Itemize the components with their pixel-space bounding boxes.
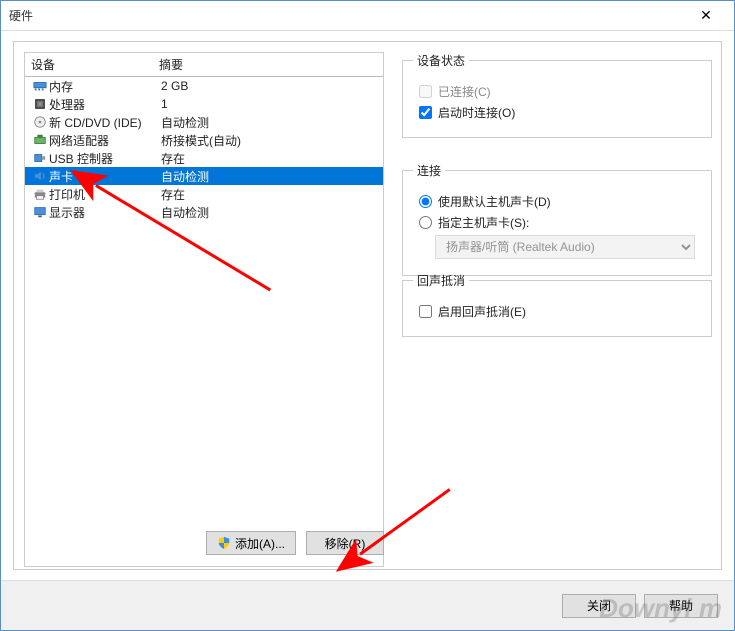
echo-cancel-group: 回声抵消 启用回声抵消(E) (402, 272, 712, 337)
connection-group: 连接 使用默认主机声卡(D) 指定主机声卡(S): 扬声器/听筒 (Realte… (402, 162, 712, 276)
specify-soundcard-radio[interactable] (419, 216, 432, 229)
device-label: 显示器 (49, 204, 159, 221)
echo-enable-row[interactable]: 启用回声抵消(E) (419, 303, 701, 320)
device-summary: 存在 (159, 150, 377, 167)
add-button-label: 添加(A)... (235, 535, 285, 552)
usb-icon (31, 151, 49, 165)
shield-icon (217, 536, 231, 550)
device-summary: 自动检测 (159, 168, 377, 185)
device-header-summary: 摘要 (159, 56, 377, 73)
device-row[interactable]: USB 控制器存在 (25, 149, 383, 167)
specify-soundcard-radio-row[interactable]: 指定主机声卡(S): (419, 214, 701, 231)
device-label: USB 控制器 (49, 150, 159, 167)
device-row[interactable]: 打印机存在 (25, 185, 383, 203)
echo-cancel-legend: 回声抵消 (413, 272, 469, 289)
echo-enable-checkbox[interactable] (419, 305, 432, 318)
device-rows-container: 内存2 GB处理器1新 CD/DVD (IDE)自动检测网络适配器桥接模式(自动… (25, 77, 383, 221)
soundcard-select: 扬声器/听筒 (Realtek Audio) (435, 235, 695, 259)
device-list-header: 设备 摘要 (25, 53, 383, 77)
remove-button[interactable]: 移除(R) (306, 531, 384, 555)
device-label: 新 CD/DVD (IDE) (49, 114, 159, 131)
close-button-label: 关闭 (587, 597, 611, 614)
device-row[interactable]: 网络适配器桥接模式(自动) (25, 131, 383, 149)
device-row[interactable]: 显示器自动检测 (25, 203, 383, 221)
inner-panel: 设备 摘要 内存2 GB处理器1新 CD/DVD (IDE)自动检测网络适配器桥… (13, 41, 722, 570)
connected-checkbox-row: 已连接(C) (419, 83, 701, 100)
connected-checkbox (419, 85, 432, 98)
default-soundcard-label: 使用默认主机声卡(D) (438, 193, 551, 210)
device-row[interactable]: 声卡自动检测 (25, 167, 383, 185)
device-summary: 1 (159, 97, 377, 111)
boot-connect-checkbox-row[interactable]: 启动时连接(O) (419, 104, 701, 121)
memory-icon (31, 79, 49, 93)
device-label: 声卡 (49, 168, 159, 185)
device-row[interactable]: 内存2 GB (25, 77, 383, 95)
device-status-group: 设备状态 已连接(C) 启动时连接(O) (402, 52, 712, 138)
device-status-legend: 设备状态 (413, 52, 469, 69)
device-label: 内存 (49, 78, 159, 95)
printer-icon (31, 187, 49, 201)
titlebar: 硬件 ✕ (1, 1, 734, 31)
help-button[interactable]: 帮助 (644, 594, 718, 618)
boot-connect-label: 启动时连接(O) (438, 104, 515, 121)
content-area: 设备 摘要 内存2 GB处理器1新 CD/DVD (IDE)自动检测网络适配器桥… (1, 31, 734, 580)
device-label: 处理器 (49, 96, 159, 113)
device-summary: 桥接模式(自动) (159, 132, 377, 149)
close-icon[interactable]: ✕ (686, 2, 726, 30)
default-soundcard-radio[interactable] (419, 195, 432, 208)
specify-soundcard-label: 指定主机声卡(S): (438, 214, 529, 231)
device-label: 打印机 (49, 186, 159, 203)
connection-legend: 连接 (413, 162, 445, 179)
sound-icon (31, 169, 49, 183)
device-summary: 2 GB (159, 79, 377, 93)
device-row[interactable]: 处理器1 (25, 95, 383, 113)
device-header-device: 设备 (31, 56, 159, 73)
window-title: 硬件 (9, 7, 686, 24)
close-button[interactable]: 关闭 (562, 594, 636, 618)
add-button[interactable]: 添加(A)... (206, 531, 296, 555)
cd-icon (31, 115, 49, 129)
default-soundcard-radio-row[interactable]: 使用默认主机声卡(D) (419, 193, 701, 210)
connected-label: 已连接(C) (438, 83, 491, 100)
help-button-label: 帮助 (669, 597, 693, 614)
device-summary: 自动检测 (159, 204, 377, 221)
cpu-icon (31, 97, 49, 111)
device-buttons-row: 添加(A)... 移除(R) (24, 531, 384, 555)
net-icon (31, 133, 49, 147)
echo-enable-label: 启用回声抵消(E) (438, 303, 526, 320)
device-list-panel: 设备 摘要 内存2 GB处理器1新 CD/DVD (IDE)自动检测网络适配器桥… (24, 52, 384, 567)
device-summary: 自动检测 (159, 114, 377, 131)
device-label: 网络适配器 (49, 132, 159, 149)
dialog-bottom-bar: 关闭 帮助 (1, 580, 734, 630)
remove-button-label: 移除(R) (325, 535, 366, 552)
display-icon (31, 205, 49, 219)
device-summary: 存在 (159, 186, 377, 203)
device-row[interactable]: 新 CD/DVD (IDE)自动检测 (25, 113, 383, 131)
boot-connect-checkbox[interactable] (419, 106, 432, 119)
